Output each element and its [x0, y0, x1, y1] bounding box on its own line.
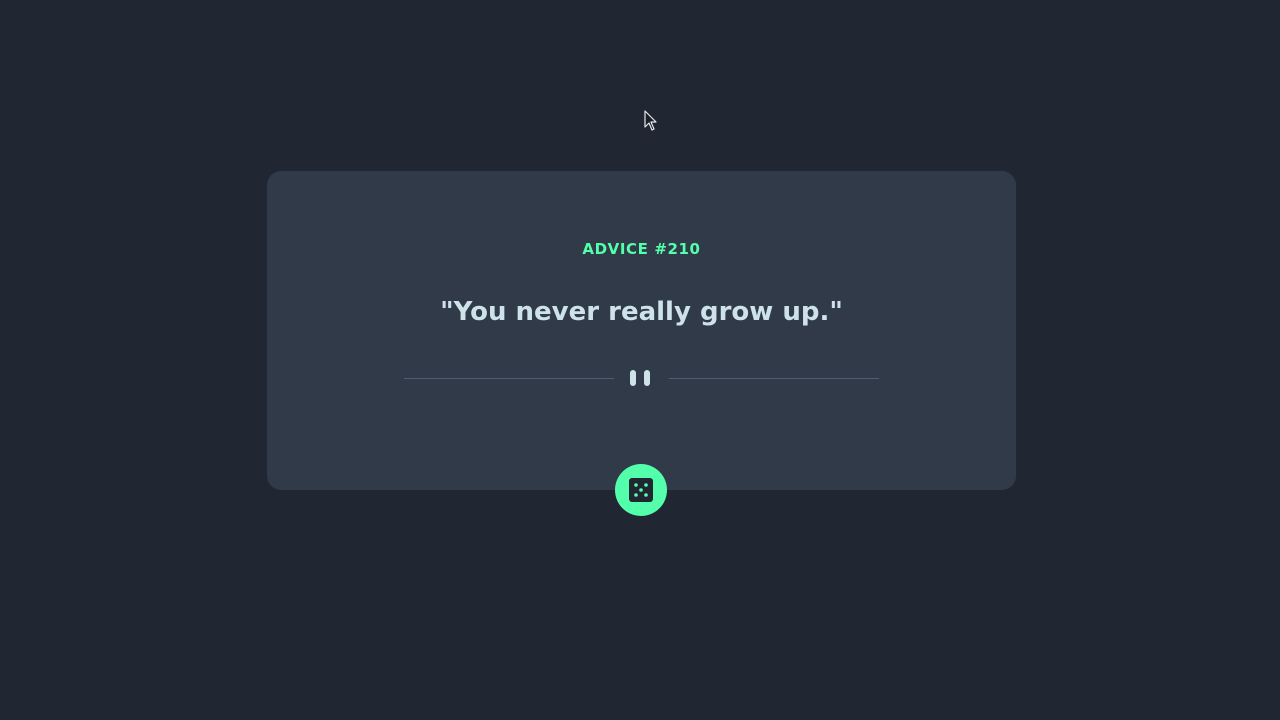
page: ADVICE #210 "You never really grow up."	[0, 0, 1280, 720]
pause-icon	[630, 370, 652, 386]
advice-id-label: ADVICE #210	[582, 240, 701, 258]
advice-quote: "You never really grow up."	[440, 297, 843, 327]
mouse-pointer-icon	[644, 110, 657, 131]
dice-icon	[629, 478, 653, 502]
generate-advice-button[interactable]	[615, 464, 667, 516]
pattern-divider	[404, 368, 879, 388]
divider-line-right	[669, 378, 879, 379]
advice-card: ADVICE #210 "You never really grow up."	[267, 171, 1016, 490]
divider-line-left	[404, 378, 614, 379]
